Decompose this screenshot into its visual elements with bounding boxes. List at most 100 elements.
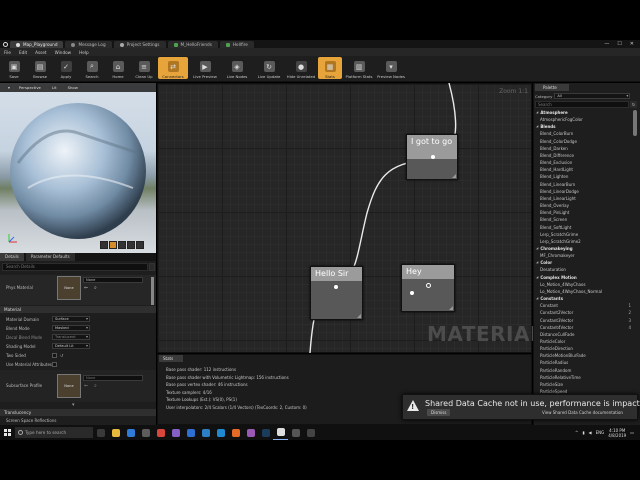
live-update-button[interactable]: ↻ Live Update	[254, 57, 284, 79]
menu-help[interactable]: Help	[79, 50, 89, 55]
task-view-icon[interactable]	[93, 425, 108, 440]
palette-category[interactable]: ◢ Constants	[535, 295, 633, 302]
palette-item[interactable]: Blend_ColorDodge	[535, 138, 633, 145]
menu-file[interactable]: File	[4, 50, 11, 55]
store-icon[interactable]	[138, 425, 153, 440]
palette-category[interactable]: ◢ Complex Motion	[535, 274, 633, 281]
palette-item[interactable]: ParticleRelativeTime	[535, 374, 633, 381]
collapse-arrow-icon[interactable]: ◢	[536, 274, 538, 281]
reroute-pin-unconnected[interactable]	[426, 283, 431, 288]
cube-icon[interactable]	[127, 241, 135, 249]
palette-item[interactable]: Constant4Vector 4	[535, 324, 633, 331]
decal-blend-mode-select[interactable]: Translucent	[52, 334, 90, 340]
view-options-icon[interactable]	[149, 263, 155, 271]
palette-item[interactable]: Blend_ColorBurn	[535, 130, 633, 137]
stats-button[interactable]: ▦ Stats	[318, 57, 342, 79]
two-sided-checkbox[interactable]	[52, 352, 57, 358]
expand-chevron-icon[interactable]: ▾	[72, 402, 75, 408]
chevron-up-icon[interactable]: ^	[575, 430, 578, 435]
platform-stats-button[interactable]: ▥ Platform Stats	[344, 57, 374, 79]
tab-palette[interactable]: Palette	[535, 84, 569, 91]
live-preview-button[interactable]: ▶ Live Preview	[190, 57, 220, 79]
documentation-link[interactable]: View Shared Data Cache documentation	[542, 410, 623, 415]
palette-item[interactable]: AtmosphericFogColor	[535, 116, 633, 123]
palette-item[interactable]: ParticleColor	[535, 338, 633, 345]
palette-item[interactable]: Blend_Screen	[535, 216, 633, 223]
comment-node-i-got-to-go[interactable]: I got to go	[406, 134, 458, 180]
palette-item[interactable]: Blend_Overlay	[535, 202, 633, 209]
shading-model-select[interactable]: Default Lit	[52, 343, 90, 349]
palette-item[interactable]: Lerp_ScratchGrime	[535, 231, 633, 238]
hide-unrelated-button[interactable]: ● Hide Unrelated	[286, 57, 316, 79]
resize-handle[interactable]	[357, 314, 361, 318]
explorer-icon[interactable]	[108, 425, 123, 440]
network-icon[interactable]: ▮	[582, 430, 584, 435]
apply-button[interactable]: ✓ Apply	[54, 57, 78, 79]
subsurface-profile-thumbnail[interactable]: None	[57, 374, 81, 398]
tab-stats[interactable]: Stats	[159, 355, 183, 362]
browse-asset-icon[interactable]: ⌕	[94, 383, 97, 389]
app2-icon[interactable]	[288, 425, 303, 440]
collapse-arrow-icon[interactable]: ◢	[536, 123, 538, 130]
photos-icon[interactable]	[198, 425, 213, 440]
start-button[interactable]	[0, 425, 14, 440]
palette-category[interactable]: ◢ Atmosphere	[535, 109, 633, 116]
language-indicator[interactable]: ENG	[596, 430, 605, 435]
blend-mode-select[interactable]: Masked	[52, 325, 90, 331]
translucency-section-header[interactable]: Translucency	[0, 409, 156, 416]
clean-up-button[interactable]: ≡ Clean Up	[132, 57, 156, 79]
reroute-pin[interactable]	[410, 291, 414, 295]
browse-asset-icon[interactable]: ⌕	[94, 285, 97, 291]
refresh-icon[interactable]: ↻	[630, 101, 637, 108]
palette-item[interactable]: Blend_HardLight	[535, 166, 633, 173]
show-button[interactable]: Show	[63, 84, 82, 91]
palette-item[interactable]: Constant2Vector 2	[535, 309, 633, 316]
perspective-button[interactable]: Perspective	[14, 84, 45, 91]
palette-item[interactable]: Blend_LinearBurn	[535, 181, 633, 188]
palette-item[interactable]: Blend_Exclusion	[535, 159, 633, 166]
palette-category-select[interactable]: All	[554, 93, 631, 99]
firefox-icon[interactable]	[228, 425, 243, 440]
comment-node-hello-sir[interactable]: Hello Sir	[310, 266, 363, 320]
menu-asset[interactable]: Asset	[35, 50, 46, 55]
search-button[interactable]: ⌕ Search	[80, 57, 104, 79]
palette-scrollbar[interactable]	[633, 110, 637, 136]
palette-item[interactable]: Desaturation	[535, 266, 633, 273]
resize-handle[interactable]	[452, 174, 456, 178]
close-icon[interactable]: ✕	[630, 40, 634, 48]
palette-item[interactable]: Blend_LinearDodge	[535, 188, 633, 195]
palette-item[interactable]: Blend_PinLight	[535, 209, 633, 216]
palette-item[interactable]: Blend_Difference	[535, 152, 633, 159]
collapse-arrow-icon[interactable]: ◢	[536, 295, 538, 302]
palette-item[interactable]: ParticleSize	[535, 381, 633, 388]
sphere-icon[interactable]	[109, 241, 117, 249]
palette-item[interactable]: ParticleMotionBlurFade	[535, 352, 633, 359]
menu-edit[interactable]: Edit	[19, 50, 27, 55]
use-selected-arrow-icon[interactable]: ⇐	[84, 383, 88, 389]
app-icon[interactable]	[243, 425, 258, 440]
palette-search-input[interactable]: Search	[535, 101, 629, 108]
palette-item[interactable]: ParticleRadius	[535, 359, 633, 366]
details-search-input[interactable]: Search Details	[2, 263, 148, 271]
tab-map-playground[interactable]: Map_Playground	[10, 41, 64, 48]
menu-window[interactable]: Window	[55, 50, 72, 55]
notifications-icon[interactable]: ▭	[630, 430, 634, 435]
tab-parameter-defaults[interactable]: Parameter Defaults	[25, 253, 75, 261]
plane-icon[interactable]	[118, 241, 126, 249]
tab-details[interactable]: Details	[0, 253, 24, 261]
material-domain-select[interactable]: Surface	[52, 316, 90, 322]
palette-item[interactable]: Blend_Lighten	[535, 173, 633, 180]
reroute-pin[interactable]	[334, 285, 338, 289]
reroute-pin[interactable]	[431, 155, 435, 159]
palette-item[interactable]: Blend_LinearLight	[535, 195, 633, 202]
connectors-button[interactable]: ⇄ Connectors	[158, 57, 188, 79]
resize-handle[interactable]	[449, 306, 453, 310]
maximize-icon[interactable]: ☐	[617, 40, 621, 48]
use-material-attributes-checkbox[interactable]	[52, 361, 57, 367]
mail-icon[interactable]	[183, 425, 198, 440]
palette-item[interactable]: ParticleDirection	[535, 345, 633, 352]
collapse-arrow-icon[interactable]: ◢	[536, 109, 538, 116]
palette-item[interactable]: Constant3Vector 3	[535, 317, 633, 324]
home-button[interactable]: ⌂ Home	[106, 57, 130, 79]
palette-item[interactable]: Blend_SoftLight	[535, 224, 633, 231]
